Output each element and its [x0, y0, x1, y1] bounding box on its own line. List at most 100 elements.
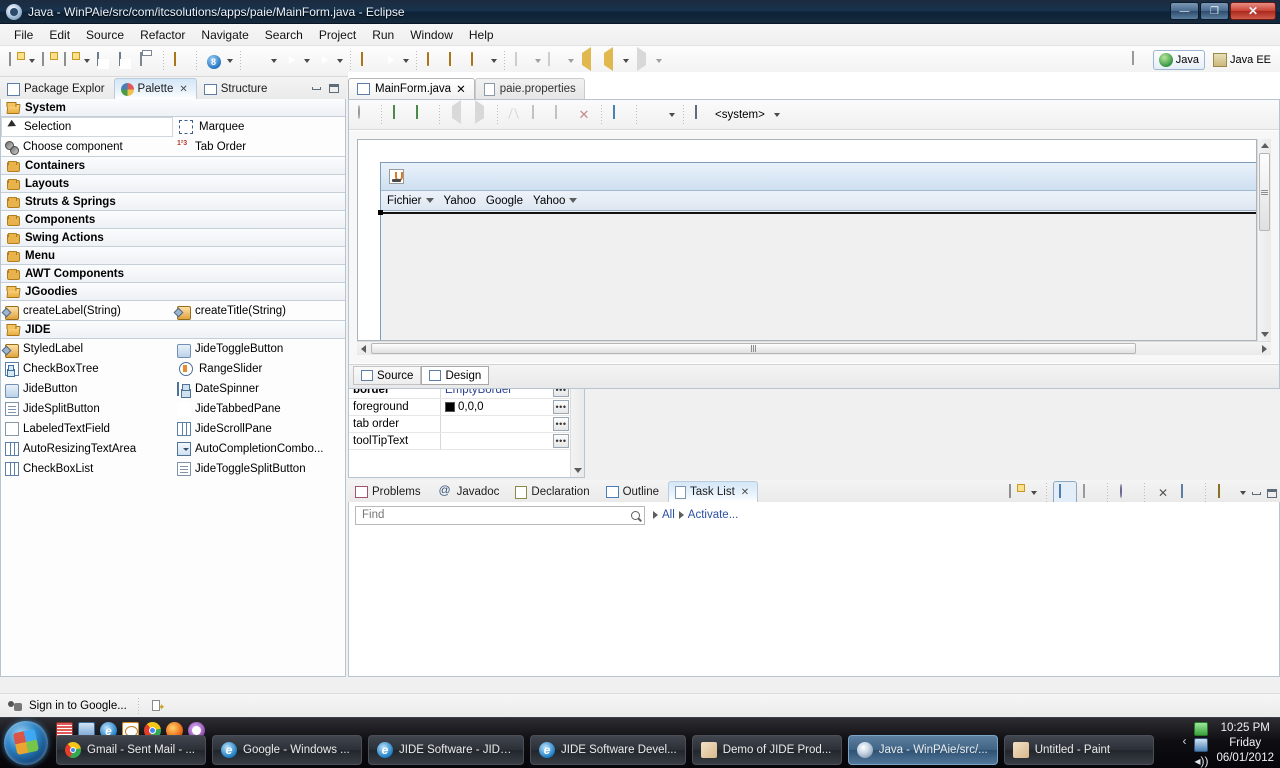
test-icon[interactable] — [353, 104, 375, 126]
google-dropdown-arrow[interactable] — [400, 50, 411, 72]
sign-in-to-google-label[interactable]: Sign in to Google... — [29, 700, 127, 712]
focus-on-workweek-icon[interactable] — [1115, 482, 1137, 504]
open-perspective-icon[interactable] — [1128, 49, 1150, 71]
close-icon[interactable]: ✕ — [179, 84, 187, 95]
collapse-all-icon[interactable]: ✕ — [1152, 482, 1174, 504]
open-type-dropdown-arrow[interactable] — [224, 50, 235, 72]
external-tools-dropdown-arrow[interactable] — [334, 50, 345, 72]
next-annotation-dropdown-arrow[interactable] — [565, 50, 576, 72]
menu-edit[interactable]: Edit — [41, 26, 78, 44]
palette-item-autocompletioncombo-[interactable]: AutoCompletionCombo... — [173, 439, 345, 459]
palette-item-datespinner[interactable]: DateSpinner — [173, 379, 345, 399]
palette-category-jide[interactable]: JIDE — [1, 320, 345, 339]
property-editor-button[interactable]: ••• — [553, 434, 569, 448]
palette-item-checkboxlist[interactable]: CheckBoxList — [1, 459, 173, 479]
palette-item-rangeslider[interactable]: RangeSlider — [173, 359, 345, 379]
property-row[interactable]: foreground 0,0,0 ••• — [349, 399, 570, 416]
maximize-panel-button[interactable] — [1265, 487, 1278, 499]
close-icon[interactable]: ✕ — [741, 487, 749, 498]
palette-item-jidescrollpane[interactable]: JideScrollPane — [173, 419, 345, 439]
filter-arrow-icon[interactable] — [678, 511, 684, 519]
bottom-tab-outline[interactable]: Outline — [599, 481, 668, 502]
design-menu-fichier[interactable]: Fichier — [387, 195, 434, 207]
palette-category-struts-springs[interactable]: Struts & Springs — [1, 192, 345, 211]
forward-icon[interactable] — [631, 46, 653, 72]
new-task-icon[interactable] — [1004, 482, 1026, 504]
new-task-dropdown-arrow[interactable] — [1028, 482, 1039, 504]
property-value[interactable]: ••• — [441, 416, 570, 432]
menu-refactor[interactable]: Refactor — [132, 26, 193, 44]
network-icon[interactable] — [1194, 738, 1209, 752]
back-dropdown-arrow[interactable] — [620, 50, 631, 72]
layout-icon[interactable] — [608, 104, 630, 126]
new-class-icon[interactable] — [59, 50, 81, 72]
open-resource-icon[interactable] — [422, 50, 444, 72]
look-and-feel-value[interactable]: <system> — [715, 109, 765, 121]
build-icon[interactable] — [169, 50, 191, 72]
editor-tab-mainform-java[interactable]: MainForm.java ✕ — [348, 78, 475, 99]
open-type-icon[interactable]: 8 — [202, 50, 224, 72]
menu-search[interactable]: Search — [257, 26, 311, 44]
globe-dropdown-arrow[interactable] — [666, 104, 677, 126]
canvas-vscrollbar[interactable] — [1257, 139, 1271, 341]
menu-source[interactable]: Source — [78, 26, 132, 44]
run-external-tools-icon[interactable] — [312, 50, 334, 72]
palette-item-checkboxtree[interactable]: CheckBoxTree — [1, 359, 173, 379]
paste-icon[interactable] — [550, 104, 572, 126]
design-canvas[interactable]: Fichier Yahoo Google Yahoo — [357, 139, 1257, 341]
task-filter-all[interactable]: All — [662, 509, 675, 521]
property-row[interactable]: tab order ••• — [349, 416, 570, 433]
previous-annotation-icon[interactable] — [510, 50, 532, 72]
canvas-hscroll-thumb[interactable] — [371, 343, 1136, 354]
save-icon[interactable] — [92, 50, 114, 72]
new-class-dropdown-arrow[interactable] — [81, 50, 92, 72]
close-button[interactable]: ✕ — [1230, 2, 1276, 20]
selection-handle[interactable] — [378, 210, 383, 215]
laf-icon[interactable] — [690, 104, 712, 126]
run-icon[interactable] — [279, 50, 301, 72]
palette-item-jidebutton[interactable]: JideButton — [1, 379, 173, 399]
palette-tab-palette[interactable]: Palette ✕ — [113, 78, 197, 99]
bottom-tab-task-list[interactable]: Task List ✕ — [668, 481, 759, 502]
canvas-scroll-left-icon[interactable] — [357, 342, 370, 355]
maximize-view-button[interactable] — [327, 82, 340, 94]
minimize-button[interactable]: — — [1170, 2, 1199, 20]
menu-navigate[interactable]: Navigate — [193, 26, 256, 44]
copy-icon[interactable] — [527, 104, 549, 126]
menu-help[interactable]: Help — [461, 26, 502, 44]
clock[interactable]: 10:25 PM Friday 06/01/2012 — [1216, 720, 1274, 766]
open-folder-icon[interactable] — [444, 50, 466, 72]
bottom-tab-problems[interactable]: Problems — [348, 481, 430, 502]
new-icon[interactable] — [4, 50, 26, 72]
palette-category-menu[interactable]: Menu — [1, 246, 345, 265]
next-annotation-icon[interactable] — [543, 50, 565, 72]
perspective-java[interactable]: Java — [1152, 50, 1206, 70]
design-menu-google[interactable]: Google — [486, 195, 523, 207]
palette-item-autoresizingtextarea[interactable]: AutoResizingTextArea — [1, 439, 173, 459]
globe-icon[interactable] — [643, 104, 665, 126]
battery-icon[interactable] — [1194, 722, 1209, 736]
property-editor-button[interactable]: ••• — [553, 417, 569, 431]
palette-item-tab-order[interactable]: 1²3 Tab Order — [173, 137, 345, 157]
palette-category-layouts[interactable]: Layouts — [1, 174, 345, 193]
palette-category-swing-actions[interactable]: Swing Actions — [1, 228, 345, 247]
bottom-tab-declaration[interactable]: Declaration — [508, 481, 598, 502]
menu-window[interactable]: Window — [402, 26, 461, 44]
debug-icon[interactable] — [246, 50, 268, 72]
perspective-javaee[interactable]: Java EE — [1208, 51, 1276, 69]
palette-item-marquee[interactable]: Marquee — [173, 117, 345, 137]
forward-dropdown-arrow[interactable] — [653, 50, 664, 72]
minimize-view-button[interactable] — [310, 82, 323, 94]
taskbar-button[interactable]: Demo of JIDE Prod... — [691, 735, 842, 765]
minimize-panel-button[interactable] — [1250, 487, 1263, 499]
palette-tab-structure[interactable]: Structure — [197, 78, 277, 99]
palette-item-jidetogglesplitbutton[interactable]: JideToggleSplitButton — [173, 459, 345, 479]
previous-annotation-dropdown-arrow[interactable] — [532, 50, 543, 72]
canvas-scroll-up-icon[interactable] — [1258, 139, 1271, 152]
design-form-preview[interactable]: Fichier Yahoo Google Yahoo — [378, 162, 1256, 340]
palette-item-labeledtextfield[interactable]: LabeledTextField — [1, 419, 173, 439]
canvas-vscroll-thumb[interactable] — [1259, 153, 1270, 231]
categorized-presentation-icon[interactable] — [1053, 481, 1077, 505]
print-icon[interactable] — [136, 50, 158, 72]
property-value[interactable]: 0,0,0 ••• — [441, 399, 570, 415]
